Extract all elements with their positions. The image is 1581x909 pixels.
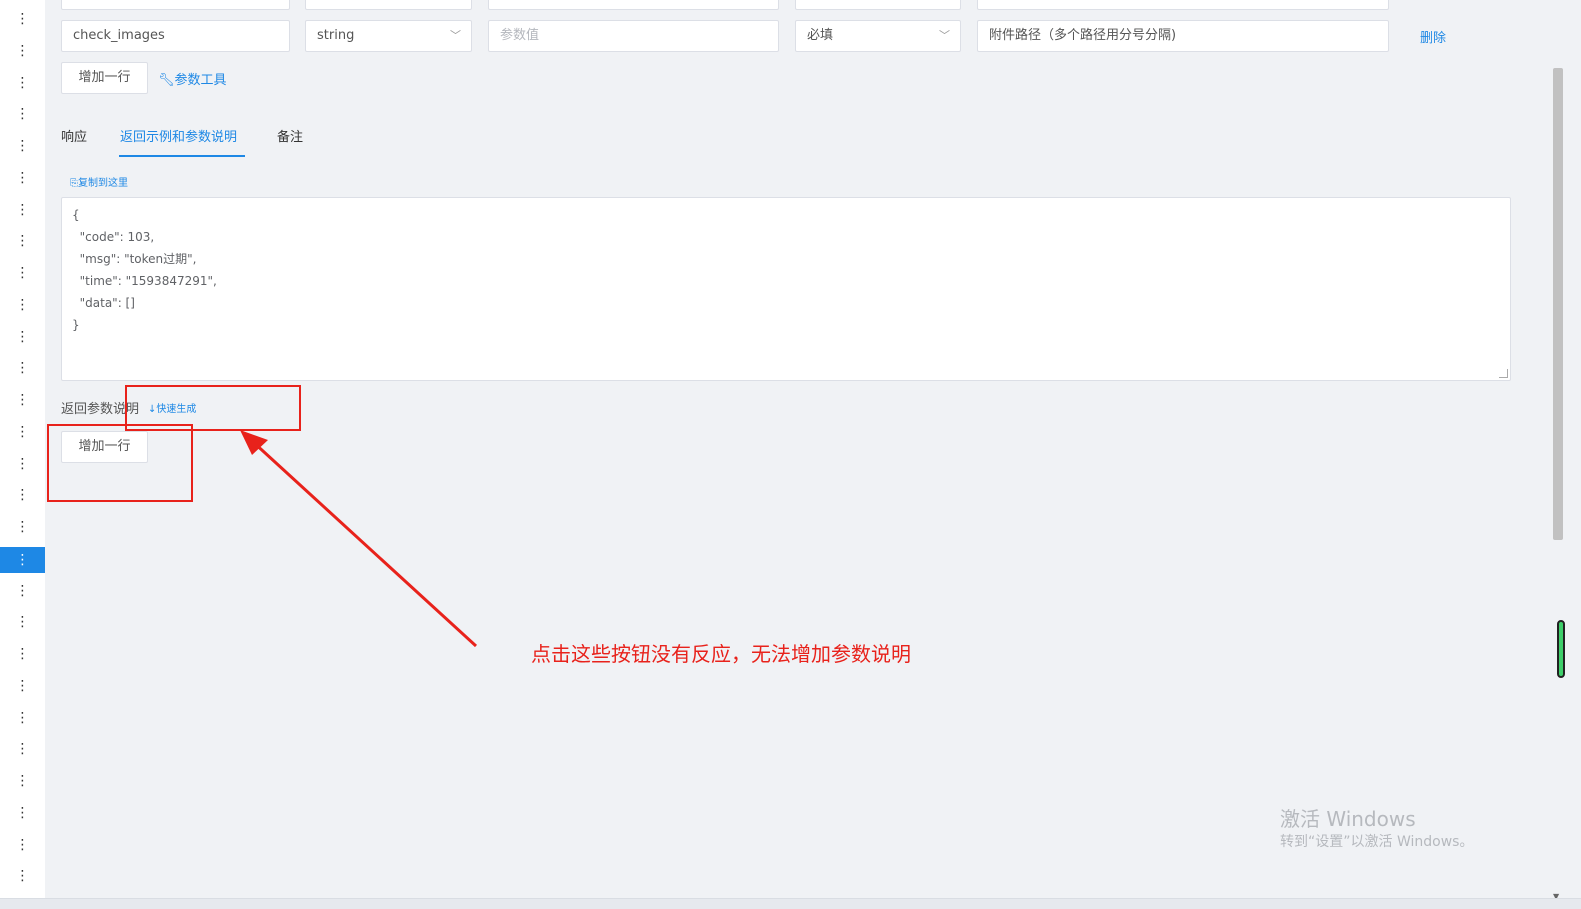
vertical-scrollbar[interactable]: ▼ [1550,0,1568,909]
side-widget-handle[interactable] [1557,620,1565,678]
windows-activation-title: 激活 Windows [1280,807,1416,831]
annotation-arrow-icon [240,430,478,648]
annotation-text: 点击这些按钮没有反应，无法增加参数说明 [531,642,911,666]
page-root: ⋮ ⋮ ⋮ ⋮ ⋮ ⋮ ⋮ ⋮ ⋮ ⋮ ⋮ ⋮ ⋮ ⋮ ⋮ ⋮ ⋮ ⋮ ⋮ ⋮ … [0,0,1581,909]
windows-activation-subtitle: 转到“设置”以激活 Windows。 [1280,834,1474,850]
scrollbar-thumb[interactable] [1553,68,1563,540]
bottom-edge-bar [0,898,1581,909]
